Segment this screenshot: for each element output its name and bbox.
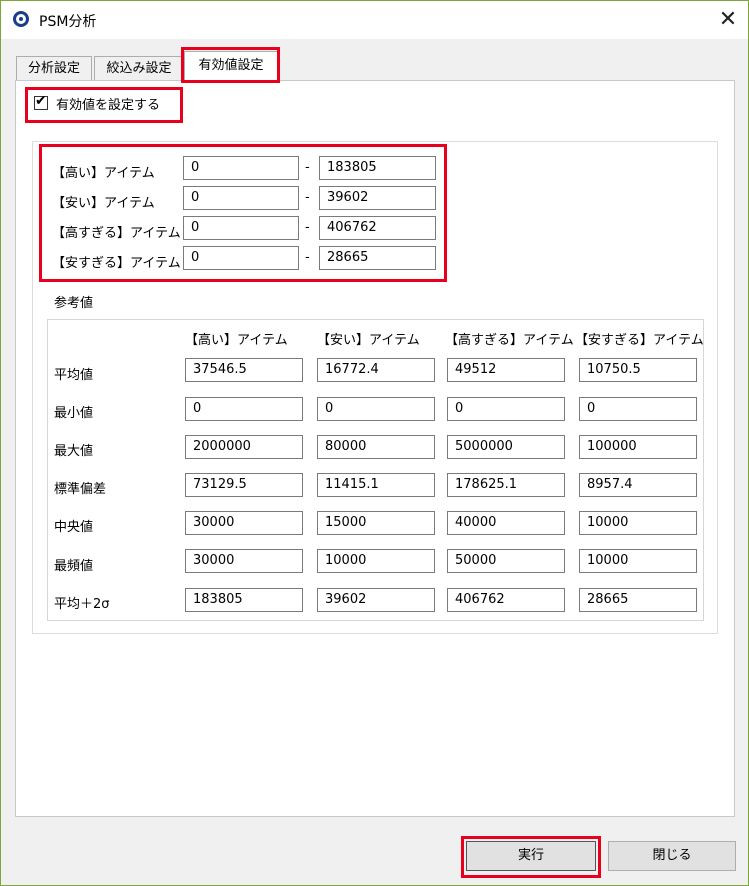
reference-column-header: 【安い】アイテム xyxy=(317,333,420,348)
reference-cell: 39602 xyxy=(317,588,435,612)
reference-row-label: 最小値 xyxy=(54,406,94,421)
reference-cell: 73129.5 xyxy=(185,473,303,497)
reference-row-label: 中央値 xyxy=(54,520,94,535)
reference-cell: 10000 xyxy=(579,511,697,535)
reference-row-label: 最頻値 xyxy=(54,559,94,574)
tab-filter-settings[interactable]: 絞込み設定 xyxy=(94,56,184,80)
range-max-high[interactable]: 183805 xyxy=(319,156,436,180)
close-button[interactable]: 閉じる xyxy=(608,841,736,871)
tab-valid-value-settings[interactable]: 有効値設定 xyxy=(184,51,278,81)
reference-cell: 30000 xyxy=(185,549,303,573)
reference-cell: 40000 xyxy=(447,511,565,535)
range-min-high[interactable]: 0 xyxy=(183,156,299,180)
reference-cell: 11415.1 xyxy=(317,473,435,497)
reference-column-header: 【安すぎる】アイテム xyxy=(575,333,704,348)
reference-cell: 10750.5 xyxy=(579,358,697,382)
reference-cell: 0 xyxy=(579,397,697,421)
reference-row-label: 最大値 xyxy=(54,444,94,459)
reference-cell: 49512 xyxy=(447,358,565,382)
reference-row-label: 標準偏差 xyxy=(54,482,107,497)
reference-cell: 50000 xyxy=(447,549,565,573)
reference-cell: 37546.5 xyxy=(185,358,303,382)
range-separator: - xyxy=(305,220,310,235)
reference-cell: 0 xyxy=(185,397,303,421)
close-icon[interactable]: ✕ xyxy=(713,5,743,35)
range-min-too-high[interactable]: 0 xyxy=(183,216,299,240)
reference-cell: 80000 xyxy=(317,435,435,459)
tab-analysis-settings[interactable]: 分析設定 xyxy=(16,56,92,80)
reference-cell: 15000 xyxy=(317,511,435,535)
run-button[interactable]: 実行 xyxy=(466,841,596,871)
range-label-too-high: 【高すぎる】アイテム xyxy=(52,226,181,241)
range-separator: - xyxy=(305,190,310,205)
reference-cell: 8957.4 xyxy=(579,473,697,497)
reference-cell: 0 xyxy=(317,397,435,421)
reference-cell: 28665 xyxy=(579,588,697,612)
window-title: PSM分析 xyxy=(39,14,97,30)
app-logo-icon xyxy=(13,11,29,27)
reference-cell: 2000000 xyxy=(185,435,303,459)
range-max-low[interactable]: 39602 xyxy=(319,186,436,210)
reference-cell: 0 xyxy=(447,397,565,421)
reference-cell: 100000 xyxy=(579,435,697,459)
reference-column-header: 【高い】アイテム xyxy=(185,333,288,348)
range-label-too-low: 【安すぎる】アイテム xyxy=(52,256,181,271)
range-min-too-low[interactable]: 0 xyxy=(183,246,299,270)
reference-cell: 16772.4 xyxy=(317,358,435,382)
reference-cell: 406762 xyxy=(447,588,565,612)
range-label-low: 【安い】アイテム xyxy=(52,196,155,211)
reference-cell: 10000 xyxy=(317,549,435,573)
range-max-too-high[interactable]: 406762 xyxy=(319,216,436,240)
reference-cell: 183805 xyxy=(185,588,303,612)
reference-row-label: 平均値 xyxy=(54,368,94,383)
reference-column-header: 【高すぎる】アイテム xyxy=(445,333,574,348)
range-separator: - xyxy=(305,250,310,265)
reference-cell: 10000 xyxy=(579,549,697,573)
range-min-low[interactable]: 0 xyxy=(183,186,299,210)
range-separator: - xyxy=(305,160,310,175)
reference-cell: 30000 xyxy=(185,511,303,535)
reference-row-label: 平均＋2σ xyxy=(54,597,110,612)
range-max-too-low[interactable]: 28665 xyxy=(319,246,436,270)
checkmark-icon: ✔ xyxy=(35,93,47,109)
enable-valid-values-label[interactable]: 有効値を設定する xyxy=(56,94,160,113)
range-label-high: 【高い】アイテム xyxy=(52,166,155,181)
reference-title: 参考値 xyxy=(54,296,94,311)
dialog-window: PSM分析 ✕ 分析設定 絞込み設定 有効値設定 ✔ 有効値を設定する 【高い】… xyxy=(0,0,749,886)
title-bar: PSM分析 ✕ xyxy=(1,1,748,39)
reference-cell: 178625.1 xyxy=(447,473,565,497)
reference-cell: 5000000 xyxy=(447,435,565,459)
